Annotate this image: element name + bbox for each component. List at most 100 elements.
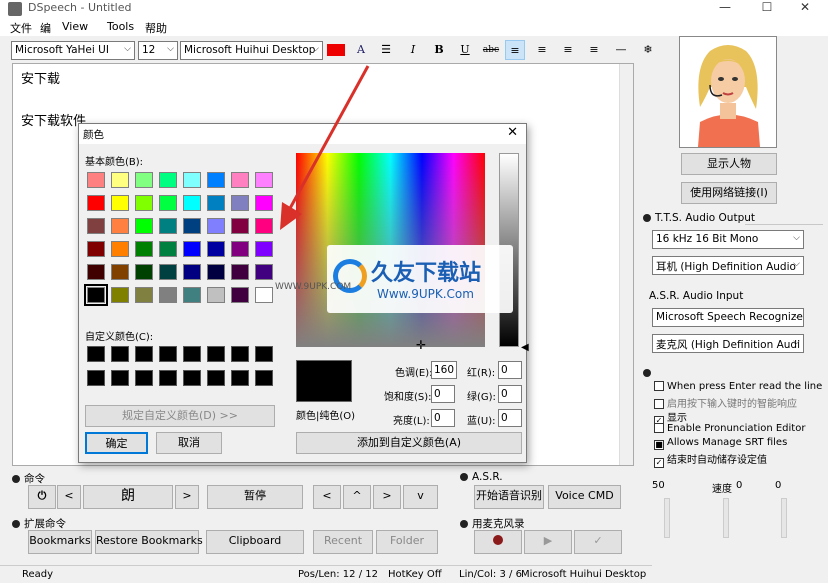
editor-scrollbar[interactable]: [619, 64, 633, 465]
custom-color-swatch[interactable]: [159, 370, 177, 386]
color-swatch[interactable]: [87, 218, 105, 234]
flag-icon[interactable]: [326, 40, 346, 60]
color-swatch[interactable]: [111, 218, 129, 234]
option-pronunciation-editor[interactable]: Enable Pronunciation Editor: [654, 423, 805, 434]
cancel-button[interactable]: 取消: [156, 432, 222, 454]
custom-color-swatch[interactable]: [111, 346, 129, 362]
asr-engine-combo[interactable]: Microsoft Speech Recognizer ⌵: [652, 308, 804, 327]
strikethrough-button[interactable]: abc: [481, 40, 501, 60]
custom-color-swatch[interactable]: [159, 346, 177, 362]
define-custom-button[interactable]: 规定自定义颜色(D) >>: [85, 405, 275, 427]
recent-button[interactable]: Recent: [313, 530, 373, 554]
folder-button[interactable]: Folder: [376, 530, 438, 554]
align-left-icon[interactable]: ≡: [505, 40, 525, 60]
color-swatch[interactable]: [135, 172, 153, 188]
menu-help[interactable]: 帮助: [145, 20, 167, 36]
menu-tools[interactable]: Tools: [107, 20, 134, 33]
custom-color-swatch[interactable]: [183, 346, 201, 362]
option-enter-read[interactable]: When press Enter read the line: [654, 381, 822, 392]
color-swatch[interactable]: [111, 241, 129, 257]
speed-slider[interactable]: [723, 498, 729, 538]
next-button[interactable]: >: [175, 485, 199, 509]
voice-combo[interactable]: Microsoft Huihui Desktop ⌵: [180, 41, 323, 60]
snowflake-icon[interactable]: ❄: [638, 40, 658, 60]
read-char-button[interactable]: 朗: [83, 485, 173, 509]
color-swatch[interactable]: [231, 241, 249, 257]
menu-file[interactable]: 文件: [10, 20, 32, 36]
add-custom-color-button[interactable]: 添加到自定义颜色(A): [296, 432, 522, 454]
nav-up-button[interactable]: ^: [343, 485, 371, 509]
clipboard-button[interactable]: Clipboard: [206, 530, 304, 554]
restore-bookmarks-button[interactable]: Restore Bookmarks: [95, 530, 203, 554]
start-recognition-button[interactable]: 开始语音识别: [474, 485, 544, 509]
bookmarks-button[interactable]: Bookmarks: [28, 530, 92, 554]
show-person-button[interactable]: 显示人物: [681, 153, 777, 175]
nav-left-button[interactable]: <: [313, 485, 341, 509]
stop-button[interactable]: ⏻: [28, 485, 56, 509]
color-swatch[interactable]: [207, 287, 225, 303]
close-window-button[interactable]: ✕: [790, 0, 820, 16]
color-swatch[interactable]: [87, 264, 105, 280]
custom-color-swatch[interactable]: [87, 370, 105, 386]
color-swatch[interactable]: [183, 218, 201, 234]
luminosity-pointer-icon[interactable]: ◀: [521, 342, 529, 353]
play-button[interactable]: ▶: [524, 530, 572, 554]
use-network-button[interactable]: 使用网络链接(I): [681, 182, 777, 204]
option-srt-files[interactable]: ■ Allows Manage SRT files: [654, 437, 787, 450]
color-swatch[interactable]: [255, 264, 273, 280]
tts-device-combo[interactable]: 耳机 (High Definition Audio ⌵: [652, 256, 804, 275]
custom-color-swatch[interactable]: [231, 370, 249, 386]
align-center-icon[interactable]: ≡: [532, 40, 552, 60]
color-swatch[interactable]: [111, 172, 129, 188]
underline-button[interactable]: U: [455, 40, 475, 60]
color-swatch[interactable]: [207, 218, 225, 234]
asr-device-combo[interactable]: 麦克风 (High Definition Audi ⌵: [652, 334, 804, 353]
custom-color-swatch[interactable]: [87, 346, 105, 362]
color-swatch[interactable]: [255, 241, 273, 257]
italic-button[interactable]: I: [403, 40, 423, 60]
maximize-button[interactable]: ☐: [752, 0, 782, 16]
color-swatch[interactable]: [183, 195, 201, 211]
font-size-combo[interactable]: 12 ⌵: [138, 41, 178, 60]
color-swatch[interactable]: [159, 218, 177, 234]
color-swatch[interactable]: [207, 172, 225, 188]
color-swatch[interactable]: [207, 195, 225, 211]
red-input[interactable]: 0: [498, 361, 522, 379]
color-swatch[interactable]: [183, 172, 201, 188]
color-swatch[interactable]: [84, 284, 108, 306]
justify-icon[interactable]: ≡: [584, 40, 604, 60]
color-swatch[interactable]: [159, 241, 177, 257]
menu-edit[interactable]: 编: [40, 20, 51, 36]
lum-input[interactable]: 0: [431, 409, 455, 427]
color-swatch[interactable]: [231, 195, 249, 211]
color-swatch[interactable]: [87, 241, 105, 257]
voice-cmd-button[interactable]: Voice CMD: [548, 485, 621, 509]
font-combo[interactable]: Microsoft YaHei UI ⌵: [11, 41, 135, 60]
color-swatch[interactable]: [159, 195, 177, 211]
color-swatch[interactable]: [87, 172, 105, 188]
color-swatch[interactable]: [135, 241, 153, 257]
custom-color-swatch[interactable]: [183, 370, 201, 386]
color-swatch[interactable]: [159, 264, 177, 280]
align-right-icon[interactable]: ≡: [558, 40, 578, 60]
sat-input[interactable]: 0: [431, 385, 455, 403]
color-swatch[interactable]: [231, 264, 249, 280]
nav-right-button[interactable]: >: [373, 485, 401, 509]
green-input[interactable]: 0: [498, 385, 522, 403]
minimize-button[interactable]: —: [710, 0, 740, 16]
color-swatch[interactable]: [231, 287, 249, 303]
bold-button[interactable]: B: [429, 40, 449, 60]
color-swatch[interactable]: [183, 264, 201, 280]
volume-slider[interactable]: [664, 498, 670, 538]
previous-button[interactable]: <: [57, 485, 81, 509]
pitch-slider[interactable]: [781, 498, 787, 538]
line-icon[interactable]: —: [611, 40, 631, 60]
color-swatch[interactable]: [87, 195, 105, 211]
color-swatch[interactable]: [207, 241, 225, 257]
color-swatch[interactable]: [183, 287, 201, 303]
color-swatch[interactable]: [207, 264, 225, 280]
ok-button[interactable]: 确定: [85, 432, 148, 454]
custom-color-swatch[interactable]: [135, 370, 153, 386]
bullet-list-icon[interactable]: ☰: [376, 40, 396, 60]
color-swatch[interactable]: [135, 195, 153, 211]
